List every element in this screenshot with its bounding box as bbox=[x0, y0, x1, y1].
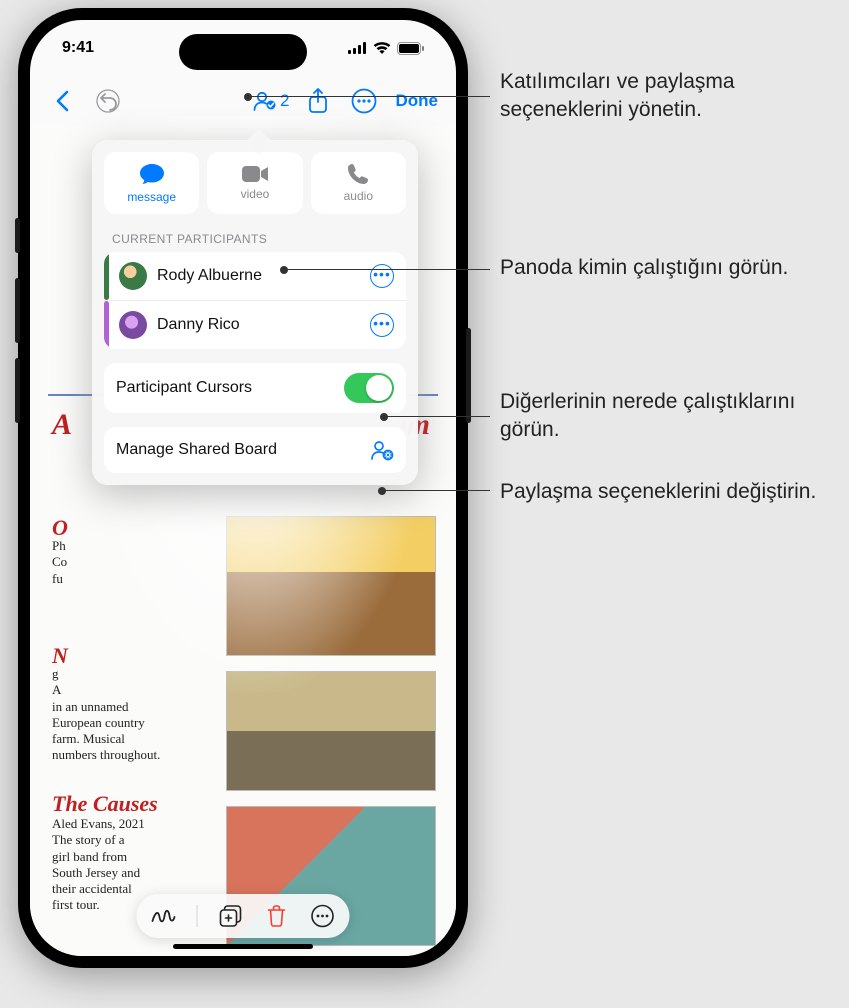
bottom-more-button[interactable] bbox=[310, 903, 336, 929]
collaboration-popover: message video audio CURRENT PARTICIPANTS… bbox=[92, 140, 418, 485]
participant-name: Danny Rico bbox=[157, 316, 360, 334]
callout-leader bbox=[382, 490, 490, 491]
manage-shared-board-row[interactable]: Manage Shared Board bbox=[104, 427, 406, 473]
home-indicator bbox=[173, 944, 313, 949]
cellular-icon bbox=[348, 42, 367, 54]
scribble-icon bbox=[152, 907, 176, 925]
setting-label: Participant Cursors bbox=[116, 379, 334, 397]
presence-indicator bbox=[104, 252, 109, 300]
board-image[interactable] bbox=[226, 516, 436, 656]
undo-button[interactable] bbox=[90, 83, 126, 119]
callout-text: Diğerlerinin nerede çalıştıklarını görün… bbox=[500, 388, 830, 445]
back-button[interactable] bbox=[44, 83, 80, 119]
side-button bbox=[15, 278, 20, 343]
callout-text: Paylaşma seçeneklerini değiştirin. bbox=[500, 478, 830, 506]
contact-tile-audio[interactable]: audio bbox=[311, 152, 406, 214]
contact-method-row: message video audio bbox=[104, 152, 406, 214]
presence-indicator bbox=[104, 301, 109, 349]
tile-label: message bbox=[127, 190, 176, 204]
callout-text: Katılımcıları ve paylaşma seçeneklerini … bbox=[500, 68, 830, 125]
participant-more-button[interactable]: ••• bbox=[370, 313, 394, 337]
board-title-frag: A bbox=[52, 406, 72, 444]
dynamic-island bbox=[179, 34, 307, 70]
avatar bbox=[119, 311, 147, 339]
participant-cursors-row[interactable]: Participant Cursors bbox=[104, 363, 406, 413]
done-button[interactable]: Done bbox=[392, 91, 443, 111]
add-square-icon bbox=[220, 905, 242, 927]
status-right bbox=[348, 42, 424, 55]
note-text: g A in an unnamed European country farm.… bbox=[52, 666, 222, 764]
ellipsis-circle-icon bbox=[351, 88, 377, 114]
trash-icon bbox=[267, 905, 287, 927]
participant-row[interactable]: Danny Rico ••• bbox=[104, 300, 406, 349]
tile-label: audio bbox=[344, 189, 373, 203]
participant-row[interactable]: Rody Albuerne ••• bbox=[104, 252, 406, 300]
note-text: Ph Co fu bbox=[52, 538, 202, 587]
side-button bbox=[15, 358, 20, 423]
tile-label: video bbox=[241, 187, 270, 201]
add-item-button[interactable] bbox=[218, 903, 244, 929]
status-time: 9:41 bbox=[62, 39, 94, 57]
avatar bbox=[119, 262, 147, 290]
setting-label: Manage Shared Board bbox=[116, 441, 360, 459]
participants-list: Rody Albuerne ••• Danny Rico ••• bbox=[104, 252, 406, 349]
contact-tile-video[interactable]: video bbox=[207, 152, 302, 214]
draw-button[interactable] bbox=[151, 903, 177, 929]
cursors-setting: Participant Cursors bbox=[104, 363, 406, 413]
separator bbox=[197, 905, 198, 927]
message-icon bbox=[139, 162, 165, 186]
ellipsis-circle-icon bbox=[311, 904, 335, 928]
wifi-icon bbox=[373, 42, 391, 54]
phone-icon bbox=[347, 163, 369, 185]
share-button[interactable] bbox=[300, 83, 336, 119]
side-button bbox=[466, 328, 471, 423]
delete-button[interactable] bbox=[264, 903, 290, 929]
participant-more-button[interactable]: ••• bbox=[370, 264, 394, 288]
iphone-frame: 9:41 2 bbox=[18, 8, 468, 968]
collab-count: 2 bbox=[280, 91, 289, 111]
callout-text: Panoda kimin çalıştığını görün. bbox=[500, 254, 830, 282]
section-label-participants: CURRENT PARTICIPANTS bbox=[104, 226, 406, 252]
manage-board: Manage Shared Board bbox=[104, 427, 406, 473]
contact-tile-message[interactable]: message bbox=[104, 152, 199, 214]
collaboration-button[interactable]: 2 bbox=[253, 83, 289, 119]
more-button[interactable] bbox=[346, 83, 382, 119]
board-image[interactable] bbox=[226, 671, 436, 791]
bottom-toolbar bbox=[137, 894, 350, 938]
collaborate-icon bbox=[253, 90, 277, 112]
side-button bbox=[15, 218, 20, 253]
callout-leader bbox=[248, 96, 490, 97]
note-heading: The Causes bbox=[52, 790, 158, 818]
video-icon bbox=[241, 165, 269, 183]
callout-leader bbox=[384, 416, 490, 417]
screen: 9:41 2 bbox=[30, 20, 456, 956]
battery-icon bbox=[397, 42, 424, 55]
share-icon bbox=[308, 88, 328, 114]
callout-leader bbox=[284, 269, 490, 270]
manage-board-icon bbox=[370, 438, 394, 462]
participant-cursors-toggle[interactable] bbox=[344, 373, 394, 403]
top-toolbar: 2 Done bbox=[30, 76, 456, 126]
